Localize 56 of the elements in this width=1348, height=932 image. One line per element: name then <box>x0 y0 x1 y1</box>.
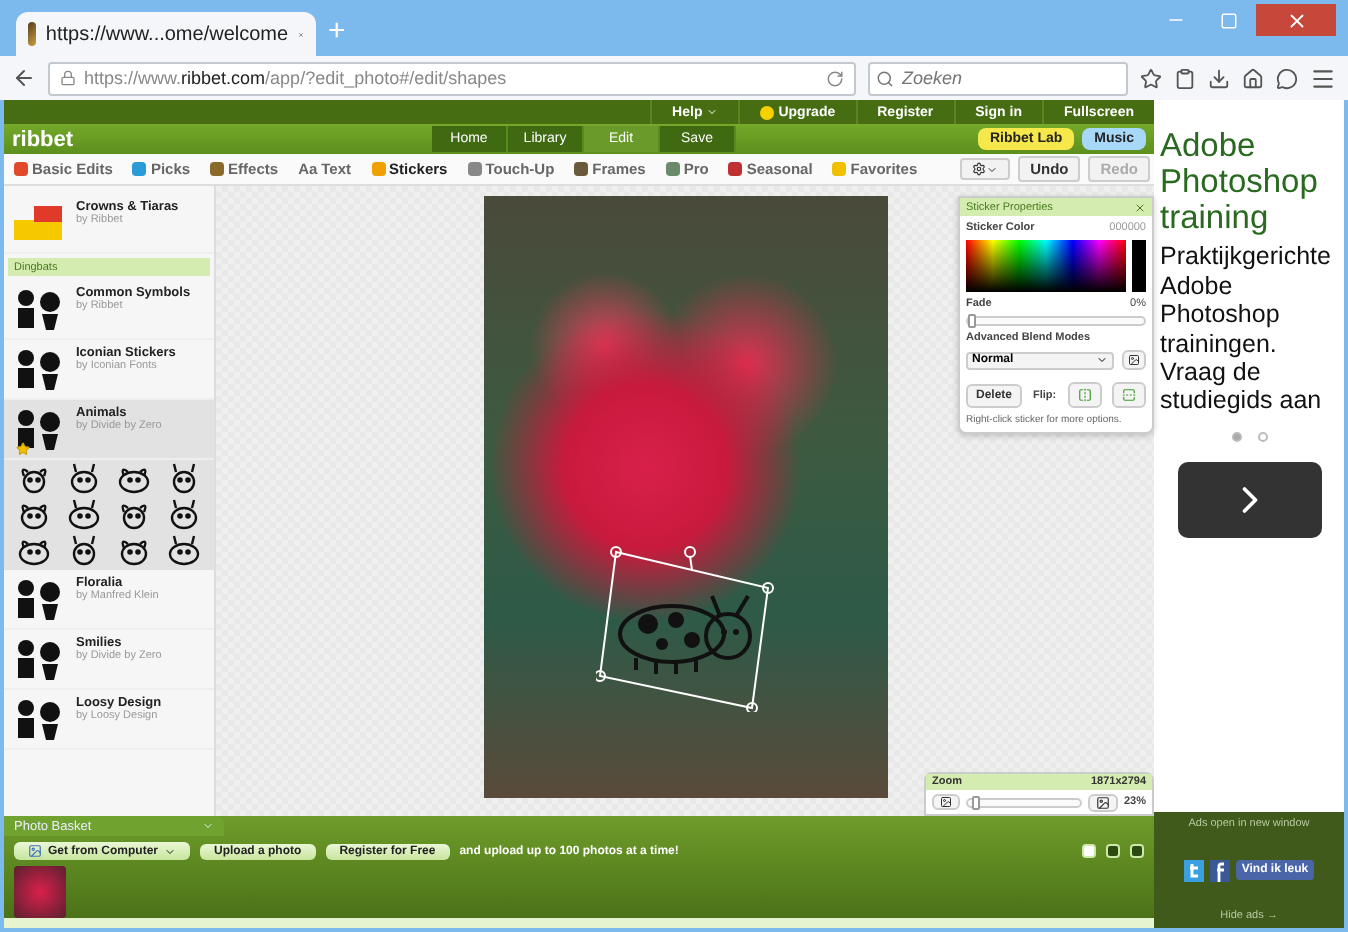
zoom-out-button[interactable] <box>932 794 960 810</box>
site-favicon <box>28 22 36 46</box>
browser-tab[interactable]: https://www...ome/welcome <box>16 12 316 56</box>
home-icon[interactable] <box>1242 67 1264 89</box>
color-button[interactable] <box>1122 350 1146 370</box>
view-toggle[interactable] <box>1130 844 1144 858</box>
reload-icon[interactable] <box>826 69 844 87</box>
zoom-slider[interactable] <box>966 797 1082 807</box>
download-icon[interactable] <box>1208 67 1230 89</box>
address-field[interactable]: https://www.ribbet.com/app/?edit_photo#/edit/shapes <box>48 61 856 95</box>
slider-thumb[interactable] <box>971 795 980 809</box>
image-icon <box>940 796 952 808</box>
slider-thumb[interactable] <box>968 314 976 328</box>
photo-thumbnail[interactable] <box>14 866 66 918</box>
carousel-dot[interactable] <box>1257 431 1267 442</box>
caret-icon <box>1096 354 1108 366</box>
search-field[interactable]: Zoeken <box>868 61 1128 95</box>
back-icon[interactable] <box>12 66 36 90</box>
flip-horizontal-button[interactable] <box>1067 382 1102 408</box>
zoom-in-button[interactable] <box>1087 793 1118 811</box>
url-text: https://www.ribbet.com/app/?edit_photo#/edit/shapes <box>84 68 507 88</box>
flip-vertical-icon <box>1121 388 1136 402</box>
animal-sticker-drawing[interactable] <box>64 498 104 532</box>
flip-vertical-button[interactable] <box>1111 382 1146 408</box>
settings-icon <box>972 162 987 176</box>
image-icon <box>1095 795 1110 809</box>
computer-icon <box>28 844 42 858</box>
close-icon[interactable] <box>1134 201 1146 213</box>
caret-icon <box>164 845 177 857</box>
carousel-dot[interactable] <box>1231 431 1241 442</box>
flip-horizontal-icon <box>1077 388 1092 402</box>
chat-icon[interactable] <box>1276 67 1298 89</box>
search-icon <box>876 69 894 87</box>
lock-icon <box>60 70 76 86</box>
image-icon <box>1128 354 1140 366</box>
caret-icon <box>986 163 999 175</box>
ad-body: Praktijkgerichte Adobe Photoshop trainingen. Vraag de studiegids aan <box>1158 240 1333 416</box>
animal-sticker-drawing[interactable] <box>164 534 204 568</box>
ad-headline[interactable]: Adobe Photoshop training <box>1154 100 1344 237</box>
twitter-icon[interactable] <box>1183 859 1204 881</box>
color-spectrum[interactable] <box>966 240 1127 292</box>
settings-button[interactable] <box>960 158 1011 180</box>
logo: ribbet <box>12 127 76 151</box>
close-icon[interactable] <box>1256 4 1336 36</box>
clipboard-icon[interactable] <box>1174 67 1196 89</box>
color-swatch[interactable] <box>1132 240 1146 292</box>
menu-icon[interactable] <box>1310 65 1336 91</box>
ladybug-sticker-drawing[interactable] <box>596 544 780 712</box>
caret-icon <box>706 106 719 118</box>
next-button[interactable] <box>1177 461 1321 538</box>
facebook-icon[interactable] <box>1209 859 1230 881</box>
coin-icon <box>760 105 775 119</box>
view-toggle[interactable] <box>1082 844 1096 858</box>
view-toggle[interactable] <box>1106 844 1120 858</box>
fade-slider[interactable] <box>966 316 1146 326</box>
bookmark-star-icon[interactable] <box>1140 67 1162 89</box>
